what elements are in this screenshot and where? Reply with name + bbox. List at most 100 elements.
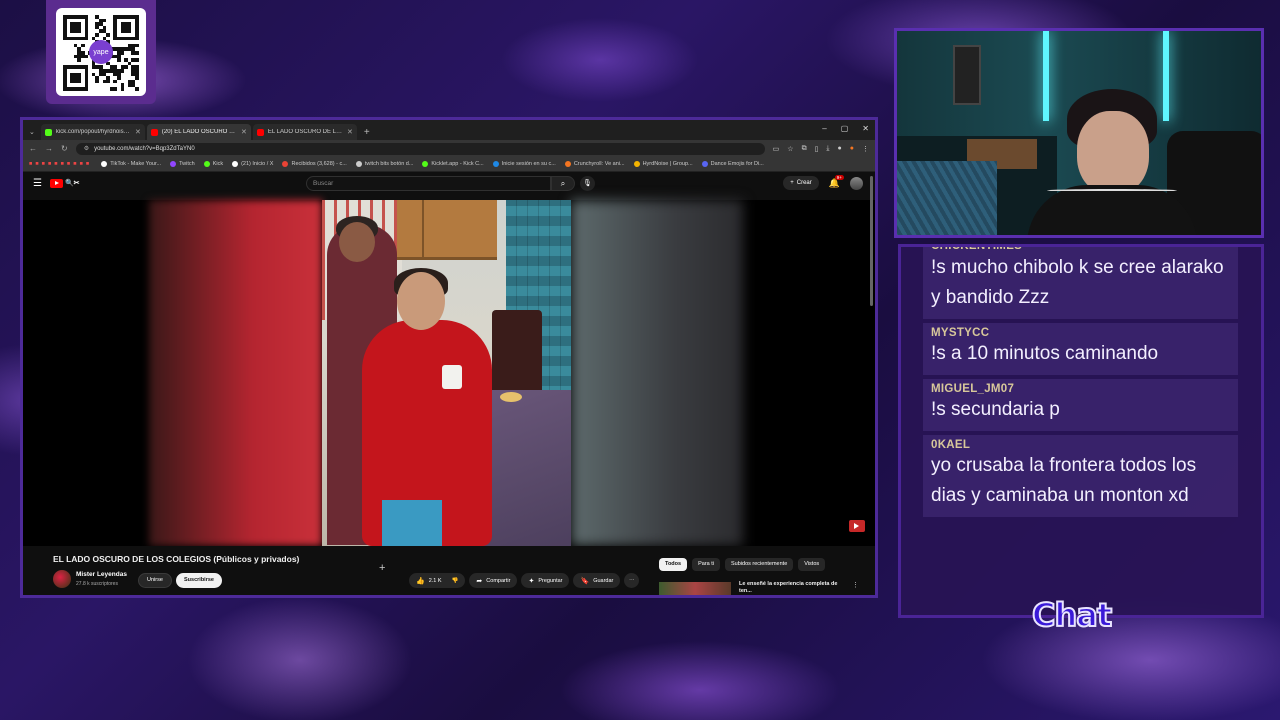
qr-module: [113, 65, 117, 69]
qr-module: [113, 72, 117, 77]
profile-icon[interactable]: ●: [838, 145, 842, 153]
hamburger-menu-icon[interactable]: ☰: [33, 178, 42, 189]
video-player[interactable]: [23, 200, 875, 546]
qr-module: [135, 87, 139, 91]
qr-module: [113, 54, 117, 59]
page-scrollbar[interactable]: [870, 176, 873, 306]
bookmark-item[interactable]: HyrdNoise | Group...: [633, 161, 693, 167]
bookmark-item[interactable]: Crunchyroll: Ve ani...: [564, 161, 625, 167]
close-tab-icon[interactable]: ✕: [135, 128, 141, 136]
cast-icon[interactable]: ▭: [773, 145, 780, 153]
youtube-header-right: + Crear 🔔 9+: [783, 174, 863, 190]
forward-icon[interactable]: →: [45, 144, 53, 153]
tab-youtube-active[interactable]: (20) EL LADO OSCURO DE LOS CO ✕: [146, 124, 251, 140]
join-button[interactable]: Unirse: [138, 573, 172, 588]
recommended-video[interactable]: Le enseñé la experiencia completa de ten…: [659, 579, 859, 595]
youtube-watermark-icon[interactable]: [849, 520, 865, 532]
bookmark-favicon-icon: [170, 161, 177, 167]
download-icon[interactable]: ⤓: [826, 145, 829, 153]
channel-avatar[interactable]: [53, 570, 71, 588]
reload-icon[interactable]: ↻: [61, 144, 68, 153]
bookmark-label: twitch bits botón d...: [364, 161, 414, 167]
qr-code-panel: yape: [46, 0, 156, 104]
qr-module: [135, 51, 139, 55]
tab-title: kick.com/popout/hyrdnoise/ch: [55, 129, 131, 135]
qr-module: [102, 18, 107, 23]
youtube-logo[interactable]: 🔍✂: [49, 178, 80, 188]
tab-list-icon[interactable]: ⌄: [29, 128, 35, 136]
thumbs-down-icon[interactable]: 👎: [452, 578, 459, 584]
menu-kebab-icon[interactable]: ⋮: [862, 145, 869, 153]
bookmark-label: (21) Inicio / X: [241, 161, 274, 167]
chat-overlay: CHICKENTIMES !s mucho chibolo k se cree …: [898, 244, 1264, 618]
create-label: Crear: [796, 180, 812, 186]
qr-module: [131, 83, 135, 87]
share-button[interactable]: ➦ Compartir: [469, 573, 518, 588]
create-button[interactable]: + Crear: [783, 176, 819, 190]
close-window-icon[interactable]: ✕: [862, 124, 869, 133]
chip-for-you[interactable]: Para ti: [692, 558, 720, 571]
bookmark-item[interactable]: Kicklet.app - Kick C...: [422, 161, 484, 167]
bookmark-item[interactable]: TikTok - Make Your...: [101, 161, 161, 167]
more-vertical-icon[interactable]: ⋮: [852, 581, 859, 589]
back-icon[interactable]: ←: [29, 144, 37, 153]
qr-module: [102, 25, 107, 30]
search-button[interactable]: ⌕: [551, 176, 575, 191]
chip-all[interactable]: Todos: [659, 558, 688, 571]
minimize-icon[interactable]: –: [822, 124, 826, 133]
streamer: [1027, 89, 1197, 235]
close-tab-icon[interactable]: ✕: [241, 128, 247, 136]
qr-module: [131, 72, 135, 77]
notifications-button[interactable]: 🔔 9+: [829, 174, 844, 189]
save-button[interactable]: 🔖 Guardar: [573, 573, 621, 588]
recommended-title[interactable]: Le enseñé la experiencia completa de ten…: [739, 581, 849, 595]
qr-module: [113, 87, 117, 91]
bookmark-item[interactable]: Inicie sesión en su c...: [492, 161, 556, 167]
more-actions-button[interactable]: ⋯: [624, 573, 640, 588]
tab-kick-chat[interactable]: kick.com/popout/hyrdnoise/ch ✕: [40, 124, 145, 140]
site-info-icon[interactable]: ⚙: [84, 145, 89, 152]
bookmark-item[interactable]: Kick: [203, 161, 223, 167]
chat-messages: CHICKENTIMES !s mucho chibolo k se cree …: [923, 247, 1238, 521]
close-tab-icon[interactable]: ✕: [347, 128, 353, 136]
qr-module: [109, 87, 114, 91]
bookmark-item[interactable]: Twitch: [170, 161, 195, 167]
channel-name[interactable]: Mister Leyendas: [76, 571, 127, 578]
blurred-background-left: [149, 200, 322, 546]
youtube-logo-text: 🔍✂: [64, 180, 80, 187]
new-tab-button[interactable]: +: [359, 127, 375, 140]
extension-orange-icon[interactable]: ●: [850, 145, 854, 153]
bookmark-item[interactable]: (21) Inicio / X: [232, 161, 273, 167]
chip-recent[interactable]: Subidos recientemente: [725, 558, 794, 571]
qr-module: [113, 69, 117, 73]
voice-search-button[interactable]: 🎙: [580, 176, 595, 191]
ask-button[interactable]: ✦ Preguntar: [521, 573, 570, 588]
bookmark-item[interactable]: twitch bits botón d...: [355, 161, 414, 167]
like-button[interactable]: 👍 2.1 K 👎: [409, 573, 466, 588]
subscribe-button[interactable]: Suscribirse: [176, 573, 222, 588]
qr-module: [106, 69, 110, 73]
chat-text: !s a 10 minutos caminando: [931, 343, 1159, 364]
filter-chips: Todos Para ti Subidos recientemente Vist…: [659, 558, 826, 571]
chip-watched[interactable]: Vistos: [798, 558, 826, 571]
bookmark-favicon-icon: [633, 161, 640, 167]
url-field[interactable]: ⚙ youtube.com/watch?v=Bqp3ZdTaYN0: [75, 142, 765, 155]
apps-icon[interactable]: ■■■■■■■■■■: [29, 161, 92, 167]
sidepanel-icon[interactable]: ▯: [815, 145, 819, 153]
search-input[interactable]: Buscar: [306, 176, 551, 191]
chat-text: !s mucho chibolo k se cree alarako y ban…: [931, 257, 1224, 308]
qr-finder: [70, 22, 81, 33]
kitchen-cabinet: [397, 200, 497, 260]
maximize-icon[interactable]: ▢: [841, 124, 849, 133]
extensions-icon[interactable]: ⧉: [802, 145, 807, 153]
recommended-thumbnail[interactable]: [659, 582, 731, 595]
qr-module: [95, 33, 99, 37]
bookmark-favicon-icon: [422, 161, 429, 167]
tab-youtube-2[interactable]: EL LADO OSCURO DE LOS CO ✕: [252, 124, 357, 140]
account-avatar[interactable]: [850, 176, 863, 190]
bookmark-item[interactable]: Dance Emojis for Di...: [701, 161, 764, 167]
star-icon[interactable]: ☆: [787, 145, 793, 153]
room-bed: [897, 161, 997, 235]
video-title: EL LADO OSCURO DE LOS COLEGIOS (Públicos…: [53, 554, 300, 564]
bookmark-item[interactable]: Recibidos (3,628) - c...: [282, 161, 347, 167]
